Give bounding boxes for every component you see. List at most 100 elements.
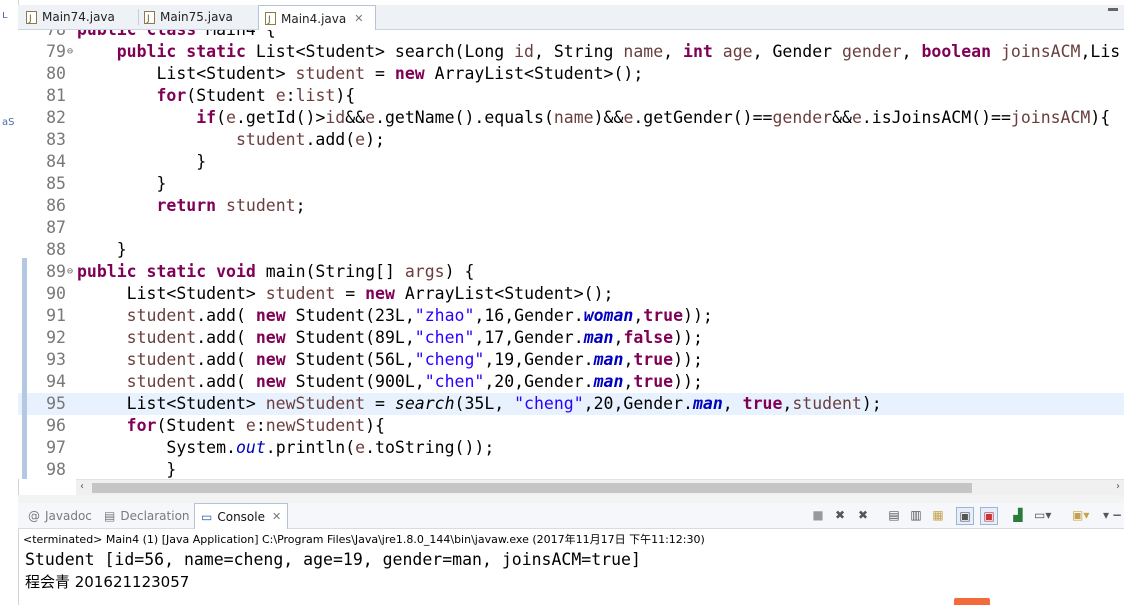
code-line[interactable]: 87 bbox=[18, 217, 1124, 239]
line-number: 83 bbox=[46, 130, 66, 149]
code-line[interactable]: 96 for(Student e:newStudent){ bbox=[18, 415, 1124, 437]
code-text: if(e.getId()>id&&e.getName().equals(name… bbox=[196, 108, 1111, 127]
code-text: public static List<Student> search(Long … bbox=[116, 42, 1121, 61]
line-number: 84 bbox=[46, 152, 66, 171]
line-number: 85 bbox=[46, 174, 66, 193]
code-line[interactable]: 81 for(Student e:list){ bbox=[18, 85, 1124, 107]
pin-console-icon[interactable]: ▟ bbox=[1010, 507, 1026, 523]
editor-tab-bar: J Main74.java J Main75.java J Main4.java… bbox=[18, 5, 1124, 31]
tray-badge bbox=[954, 598, 990, 605]
line-number: 81 bbox=[46, 86, 66, 105]
remove-launch-icon[interactable]: ✖ bbox=[832, 507, 848, 523]
line-number: 80 bbox=[46, 64, 66, 83]
fold-toggle-icon[interactable]: ⊖ bbox=[67, 261, 73, 283]
code-line[interactable]: 82 if(e.getId()>id&&e.getName().equals(n… bbox=[18, 107, 1124, 129]
code-text: List<Student> newStudent = search(35L, "… bbox=[77, 394, 882, 413]
display-selected-console-icon[interactable]: ▭▾ bbox=[1034, 507, 1051, 523]
tab-label: Main75.java bbox=[160, 10, 233, 24]
at-icon: @ bbox=[28, 508, 40, 523]
code-text: List<Student> student = new ArrayList<St… bbox=[77, 284, 614, 303]
tab-label: Javadoc bbox=[45, 508, 92, 523]
close-tab-icon[interactable]: ✕ bbox=[354, 12, 363, 25]
tab-main74[interactable]: J Main74.java bbox=[26, 5, 134, 29]
scroll-left-icon[interactable]: ‹ bbox=[80, 481, 84, 492]
tab-label: Main74.java bbox=[42, 10, 115, 24]
code-text: List<Student> student = new ArrayList<St… bbox=[77, 64, 644, 83]
line-number: 78 bbox=[18, 30, 66, 41]
remove-all-terminated-icon[interactable]: ✖ bbox=[855, 507, 871, 523]
show-on-stderr-icon[interactable]: ▣ bbox=[980, 507, 998, 525]
left-panel-stub-mid: aS bbox=[2, 117, 15, 128]
code-text: student.add( new Student(900L,"chen",20,… bbox=[126, 372, 703, 391]
code-line[interactable]: 90 List<Student> student = new ArrayList… bbox=[18, 283, 1124, 305]
minimize-icon[interactable] bbox=[1108, 8, 1118, 11]
java-file-icon: J bbox=[265, 12, 276, 25]
tab-main4[interactable]: J Main4.java ✕ bbox=[258, 5, 376, 31]
code-line[interactable]: 95 List<Student> newStudent = search(35L… bbox=[18, 393, 1124, 415]
code-line[interactable]: 86 return student; bbox=[18, 195, 1124, 217]
minimize-view-icon[interactable]: − bbox=[1109, 507, 1124, 523]
code-text: } bbox=[77, 152, 207, 171]
code-line[interactable]: 92 student.add( new Student(89L,"chen",1… bbox=[18, 327, 1124, 349]
tab-javadoc[interactable]: @ Javadoc bbox=[28, 503, 92, 528]
console-launch-status: <terminated> Main4 (1) [Java Application… bbox=[23, 533, 705, 546]
code-text: } bbox=[77, 460, 177, 479]
svg-text:J: J bbox=[146, 14, 150, 24]
open-console-icon[interactable]: ▣▾ bbox=[1072, 507, 1089, 523]
code-text: } bbox=[77, 240, 127, 259]
code-line[interactable]: 84 } bbox=[18, 151, 1124, 173]
left-panel-edge: ʟ aS bbox=[0, 0, 19, 605]
code-line[interactable]: 93 student.add( new Student(56L,"cheng",… bbox=[18, 349, 1124, 371]
code-line[interactable]: 94 student.add( new Student(900L,"chen",… bbox=[18, 371, 1124, 393]
code-line[interactable]: 79 ⊖ public static List<Student> search(L… bbox=[18, 41, 1124, 63]
java-file-icon: J bbox=[144, 10, 155, 24]
line-number: 82 bbox=[46, 108, 66, 127]
console-output-line: Student [id=56, name=cheng, age=19, gend… bbox=[25, 550, 641, 569]
close-view-icon[interactable]: ✕ bbox=[272, 510, 281, 523]
code-text: student.add( new Student(23L,"zhao",16,G… bbox=[126, 306, 713, 325]
code-text: return student; bbox=[156, 196, 306, 215]
code-line[interactable]: 88 } bbox=[18, 239, 1124, 261]
code-text: } bbox=[77, 174, 167, 193]
code-text: student.add( new Student(56L,"cheng",19,… bbox=[126, 350, 703, 369]
line-number: 79 bbox=[46, 42, 66, 61]
tab-console[interactable]: ▭ Console ✕ bbox=[194, 503, 289, 529]
code-line[interactable]: 89 ⊖ public static void main(String[] args… bbox=[18, 261, 1124, 283]
tab-label: Declaration bbox=[120, 508, 190, 523]
left-panel-stub-top: ʟ bbox=[2, 8, 8, 21]
code-line[interactable]: 97 System.out.println(e.toString()); bbox=[18, 437, 1124, 459]
svg-text:J: J bbox=[267, 15, 271, 25]
tab-label: Console bbox=[217, 509, 265, 524]
code-line[interactable]: 91 student.add( new Student(23L,"zhao",1… bbox=[18, 305, 1124, 327]
fold-toggle-icon[interactable]: ⊖ bbox=[67, 41, 73, 63]
code-text: public class Main4 { bbox=[77, 30, 276, 41]
quick-diff-ruler bbox=[22, 258, 27, 479]
code-line[interactable]: 78 public class Main4 { bbox=[18, 30, 1124, 41]
scroll-lock-icon[interactable]: ▥ bbox=[908, 507, 924, 523]
code-line[interactable]: 83 student.add(e); bbox=[18, 129, 1124, 151]
terminate-icon[interactable]: ■ bbox=[810, 507, 826, 523]
word-wrap-icon[interactable]: ▦ bbox=[930, 507, 946, 523]
code-line[interactable]: 80 List<Student> student = new ArrayList… bbox=[18, 63, 1124, 85]
console-icon: ▭ bbox=[201, 509, 213, 524]
code-text: for(Student e:list){ bbox=[156, 86, 356, 105]
clear-console-icon[interactable]: ▤ bbox=[886, 507, 902, 523]
code-text: student.add(e); bbox=[235, 130, 385, 149]
code-line[interactable]: 98 } bbox=[18, 459, 1124, 479]
horizontal-scrollbar[interactable]: ‹ › bbox=[76, 479, 1124, 495]
show-on-stdout-icon[interactable]: ▣ bbox=[956, 507, 974, 525]
code-line[interactable]: 85 } bbox=[18, 173, 1124, 195]
tab-main75[interactable]: J Main75.java bbox=[144, 5, 254, 29]
scroll-right-icon[interactable]: › bbox=[1116, 481, 1120, 492]
scrollbar-thumb[interactable] bbox=[92, 483, 972, 493]
console-output-line: 程会青 201621123057 bbox=[25, 573, 190, 591]
declaration-icon: ▤ bbox=[104, 508, 116, 523]
tab-declaration[interactable]: ▤ Declaration bbox=[104, 503, 190, 528]
svg-text:J: J bbox=[28, 14, 32, 24]
code-text: for(Student e:newStudent){ bbox=[126, 416, 385, 435]
code-editor[interactable]: 78public class Main4 {79⊖ public static … bbox=[18, 30, 1124, 479]
code-text: student.add( new Student(89L,"chen",17,G… bbox=[126, 328, 703, 347]
tab-label: Main4.java bbox=[281, 11, 347, 26]
line-number: 86 bbox=[46, 196, 66, 215]
line-number: 87 bbox=[46, 218, 66, 237]
